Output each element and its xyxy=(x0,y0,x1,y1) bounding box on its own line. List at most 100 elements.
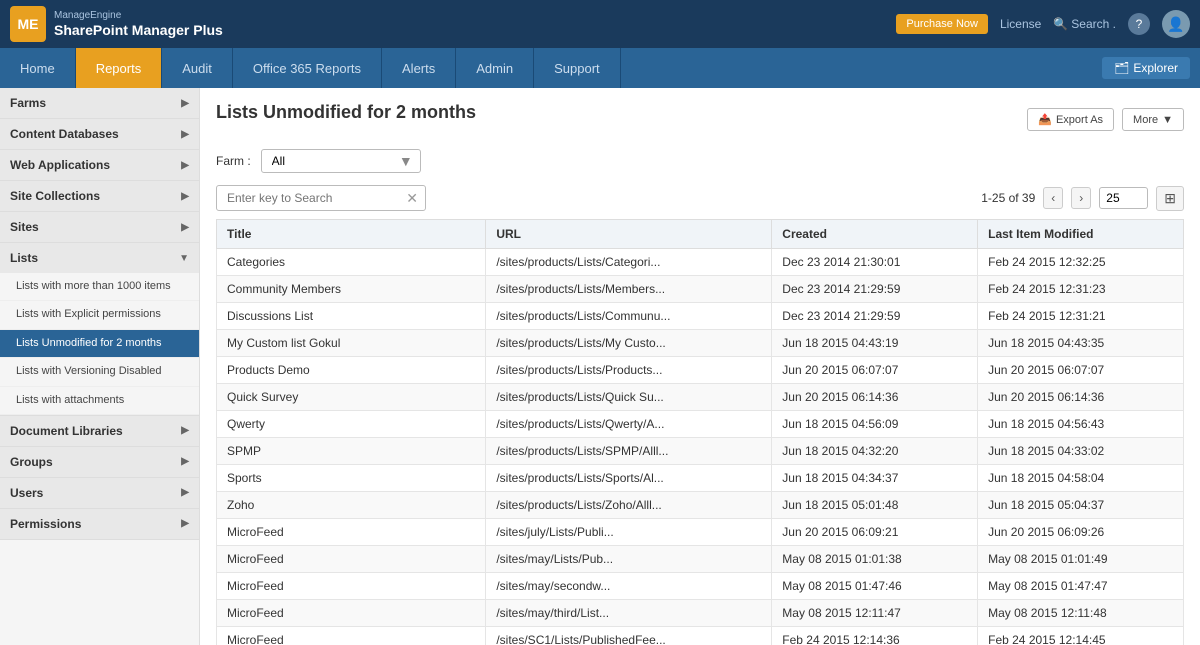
export-label: Export As xyxy=(1056,114,1103,126)
sidebar-farms-header[interactable]: Farms ▶ xyxy=(0,88,199,118)
sidebar-groups-header[interactable]: Groups ▶ xyxy=(0,447,199,477)
table-row[interactable]: Products Demo/sites/products/Lists/Produ… xyxy=(217,357,1184,384)
sidebar-lists-versioning-label: Lists with Versioning Disabled xyxy=(16,365,162,377)
search-input[interactable] xyxy=(216,185,426,211)
export-button[interactable]: 📤 Export As xyxy=(1027,108,1114,131)
nav-office365-label: Office 365 Reports xyxy=(253,61,361,76)
col-modified[interactable]: Last Item Modified xyxy=(978,220,1184,249)
nav-alerts[interactable]: Alerts xyxy=(382,48,456,88)
cell-modified: Jun 20 2015 06:14:36 xyxy=(978,384,1184,411)
view-toggle-icon: ⊞ xyxy=(1164,190,1176,206)
table-row[interactable]: MicroFeed/sites/may/Lists/Pub...May 08 2… xyxy=(217,546,1184,573)
search-button[interactable]: 🔍 Search . xyxy=(1053,17,1116,31)
table-row[interactable]: Categories/sites/products/Lists/Categori… xyxy=(217,249,1184,276)
sidebar-sites-header[interactable]: Sites ▶ xyxy=(0,212,199,242)
export-icon: 📤 xyxy=(1038,113,1052,126)
next-page-icon: › xyxy=(1079,191,1083,205)
page-title: Lists Unmodified for 2 months xyxy=(216,102,476,123)
sidebar-users-header[interactable]: Users ▶ xyxy=(0,478,199,508)
pagination-info: 1-25 of 39 xyxy=(981,191,1035,205)
next-page-button[interactable]: › xyxy=(1071,187,1091,209)
table-row[interactable]: MicroFeed/sites/may/third/List...May 08 … xyxy=(217,600,1184,627)
cell-created: Jun 18 2015 04:56:09 xyxy=(772,411,978,438)
nav-office365[interactable]: Office 365 Reports xyxy=(233,48,382,88)
logo-text: ManageEngine SharePoint Manager Plus xyxy=(54,10,223,39)
sidebar-document-libraries-header[interactable]: Document Libraries ▶ xyxy=(0,416,199,446)
nav-admin[interactable]: Admin xyxy=(456,48,534,88)
col-title[interactable]: Title xyxy=(217,220,486,249)
logo-icon: ME xyxy=(10,6,46,42)
nav-audit[interactable]: Audit xyxy=(162,48,233,88)
sidebar-content-databases-arrow: ▶ xyxy=(181,129,189,140)
sidebar-content-databases-header[interactable]: Content Databases ▶ xyxy=(0,119,199,149)
cell-title: Discussions List xyxy=(217,303,486,330)
brand-name: ManageEngine xyxy=(54,10,223,22)
nav-admin-label: Admin xyxy=(476,61,513,76)
sidebar-lists-more-1000-label: Lists with more than 1000 items xyxy=(16,280,171,292)
table-row[interactable]: MicroFeed/sites/SC1/Lists/PublishedFee..… xyxy=(217,627,1184,645)
table-row[interactable]: MicroFeed/sites/may/secondw... May 08 201… xyxy=(217,573,1184,600)
sidebar-item-lists-versioning[interactable]: Lists with Versioning Disabled xyxy=(0,358,199,386)
cell-url: /sites/products/Lists/Quick Su... xyxy=(486,384,772,411)
cell-url: /sites/may/secondw... xyxy=(486,573,772,600)
cell-url: /sites/products/Lists/Members... xyxy=(486,276,772,303)
per-page-select[interactable]: 25 50 100 xyxy=(1099,187,1148,209)
cell-created: May 08 2015 01:01:38 xyxy=(772,546,978,573)
prev-page-button[interactable]: ‹ xyxy=(1043,187,1063,209)
main-layout: Farms ▶ Content Databases ▶ Web Applicat… xyxy=(0,88,1200,645)
table-row[interactable]: Qwerty/sites/products/Lists/Qwerty/A...J… xyxy=(217,411,1184,438)
more-button[interactable]: More ▼ xyxy=(1122,108,1184,131)
sidebar-section-lists: Lists ▼ Lists with more than 1000 items … xyxy=(0,243,199,416)
search-wrapper: ✕ xyxy=(216,185,426,211)
sidebar-permissions-header[interactable]: Permissions ▶ xyxy=(0,509,199,539)
table-row[interactable]: MicroFeed/sites/july/Lists/Publi...Jun 2… xyxy=(217,519,1184,546)
sidebar-item-lists-more-1000[interactable]: Lists with more than 1000 items xyxy=(0,273,199,301)
table-row[interactable]: Sports/sites/products/Lists/Sports/Al...… xyxy=(217,465,1184,492)
sidebar-lists-header[interactable]: Lists ▼ xyxy=(0,243,199,273)
sidebar-item-lists-unmodified[interactable]: Lists Unmodified for 2 months xyxy=(0,330,199,358)
cell-title: Categories xyxy=(217,249,486,276)
sidebar-lists-unmodified-label: Lists Unmodified for 2 months xyxy=(16,337,162,349)
explorer-icon: 🗂 xyxy=(1114,61,1129,75)
sidebar-users-arrow: ▶ xyxy=(181,487,189,498)
cell-url: /sites/products/Lists/Communu... xyxy=(486,303,772,330)
cell-created: Jun 20 2015 06:14:36 xyxy=(772,384,978,411)
license-button[interactable]: License xyxy=(1000,17,1041,31)
table-row[interactable]: SPMP/sites/products/Lists/SPMP/Alll...Ju… xyxy=(217,438,1184,465)
cell-title: MicroFeed xyxy=(217,573,486,600)
nav-reports[interactable]: Reports xyxy=(76,48,163,88)
help-button[interactable]: ? xyxy=(1128,13,1150,35)
user-button[interactable]: 👤 xyxy=(1162,10,1190,38)
table-row[interactable]: Quick Survey/sites/products/Lists/Quick … xyxy=(217,384,1184,411)
purchase-button[interactable]: Purchase Now xyxy=(896,14,988,34)
nav-support-label: Support xyxy=(554,61,600,76)
sidebar-web-applications-header[interactable]: Web Applications ▶ xyxy=(0,150,199,180)
table-row[interactable]: Discussions List/sites/products/Lists/Co… xyxy=(217,303,1184,330)
sidebar-item-lists-attachments[interactable]: Lists with attachments xyxy=(0,387,199,415)
content-area: Lists Unmodified for 2 months 📤 Export A… xyxy=(200,88,1200,645)
sidebar-item-lists-explicit[interactable]: Lists with Explicit permissions xyxy=(0,301,199,329)
data-table: Title URL Created Last Item Modified Cat… xyxy=(216,219,1184,645)
cell-url: /sites/products/Lists/Products... xyxy=(486,357,772,384)
sidebar-section-permissions: Permissions ▶ xyxy=(0,509,199,540)
col-url[interactable]: URL xyxy=(486,220,772,249)
nav-support[interactable]: Support xyxy=(534,48,621,88)
table-row[interactable]: My Custom list Gokul/sites/products/List… xyxy=(217,330,1184,357)
cell-modified: May 08 2015 01:47:47 xyxy=(978,573,1184,600)
col-created[interactable]: Created xyxy=(772,220,978,249)
explorer-button[interactable]: 🗂 Explorer xyxy=(1102,57,1190,79)
sidebar-sites-arrow: ▶ xyxy=(181,222,189,233)
sidebar-web-applications-label: Web Applications xyxy=(10,158,110,172)
search-clear-icon[interactable]: ✕ xyxy=(406,190,418,207)
table-row[interactable]: Zoho/sites/products/Lists/Zoho/Alll...Ju… xyxy=(217,492,1184,519)
table-row[interactable]: Community Members/sites/products/Lists/M… xyxy=(217,276,1184,303)
search-label: Search . xyxy=(1071,17,1116,31)
sidebar-site-collections-header[interactable]: Site Collections ▶ xyxy=(0,181,199,211)
cell-url: /sites/SC1/Lists/PublishedFee... xyxy=(486,627,772,645)
table-header-row: Title URL Created Last Item Modified xyxy=(217,220,1184,249)
farm-select[interactable]: All Farm1 Farm2 xyxy=(261,149,421,173)
view-toggle-button[interactable]: ⊞ xyxy=(1156,186,1184,211)
sidebar-document-libraries-arrow: ▶ xyxy=(181,425,189,436)
cell-created: Jun 18 2015 04:32:20 xyxy=(772,438,978,465)
nav-home[interactable]: Home xyxy=(0,48,76,88)
